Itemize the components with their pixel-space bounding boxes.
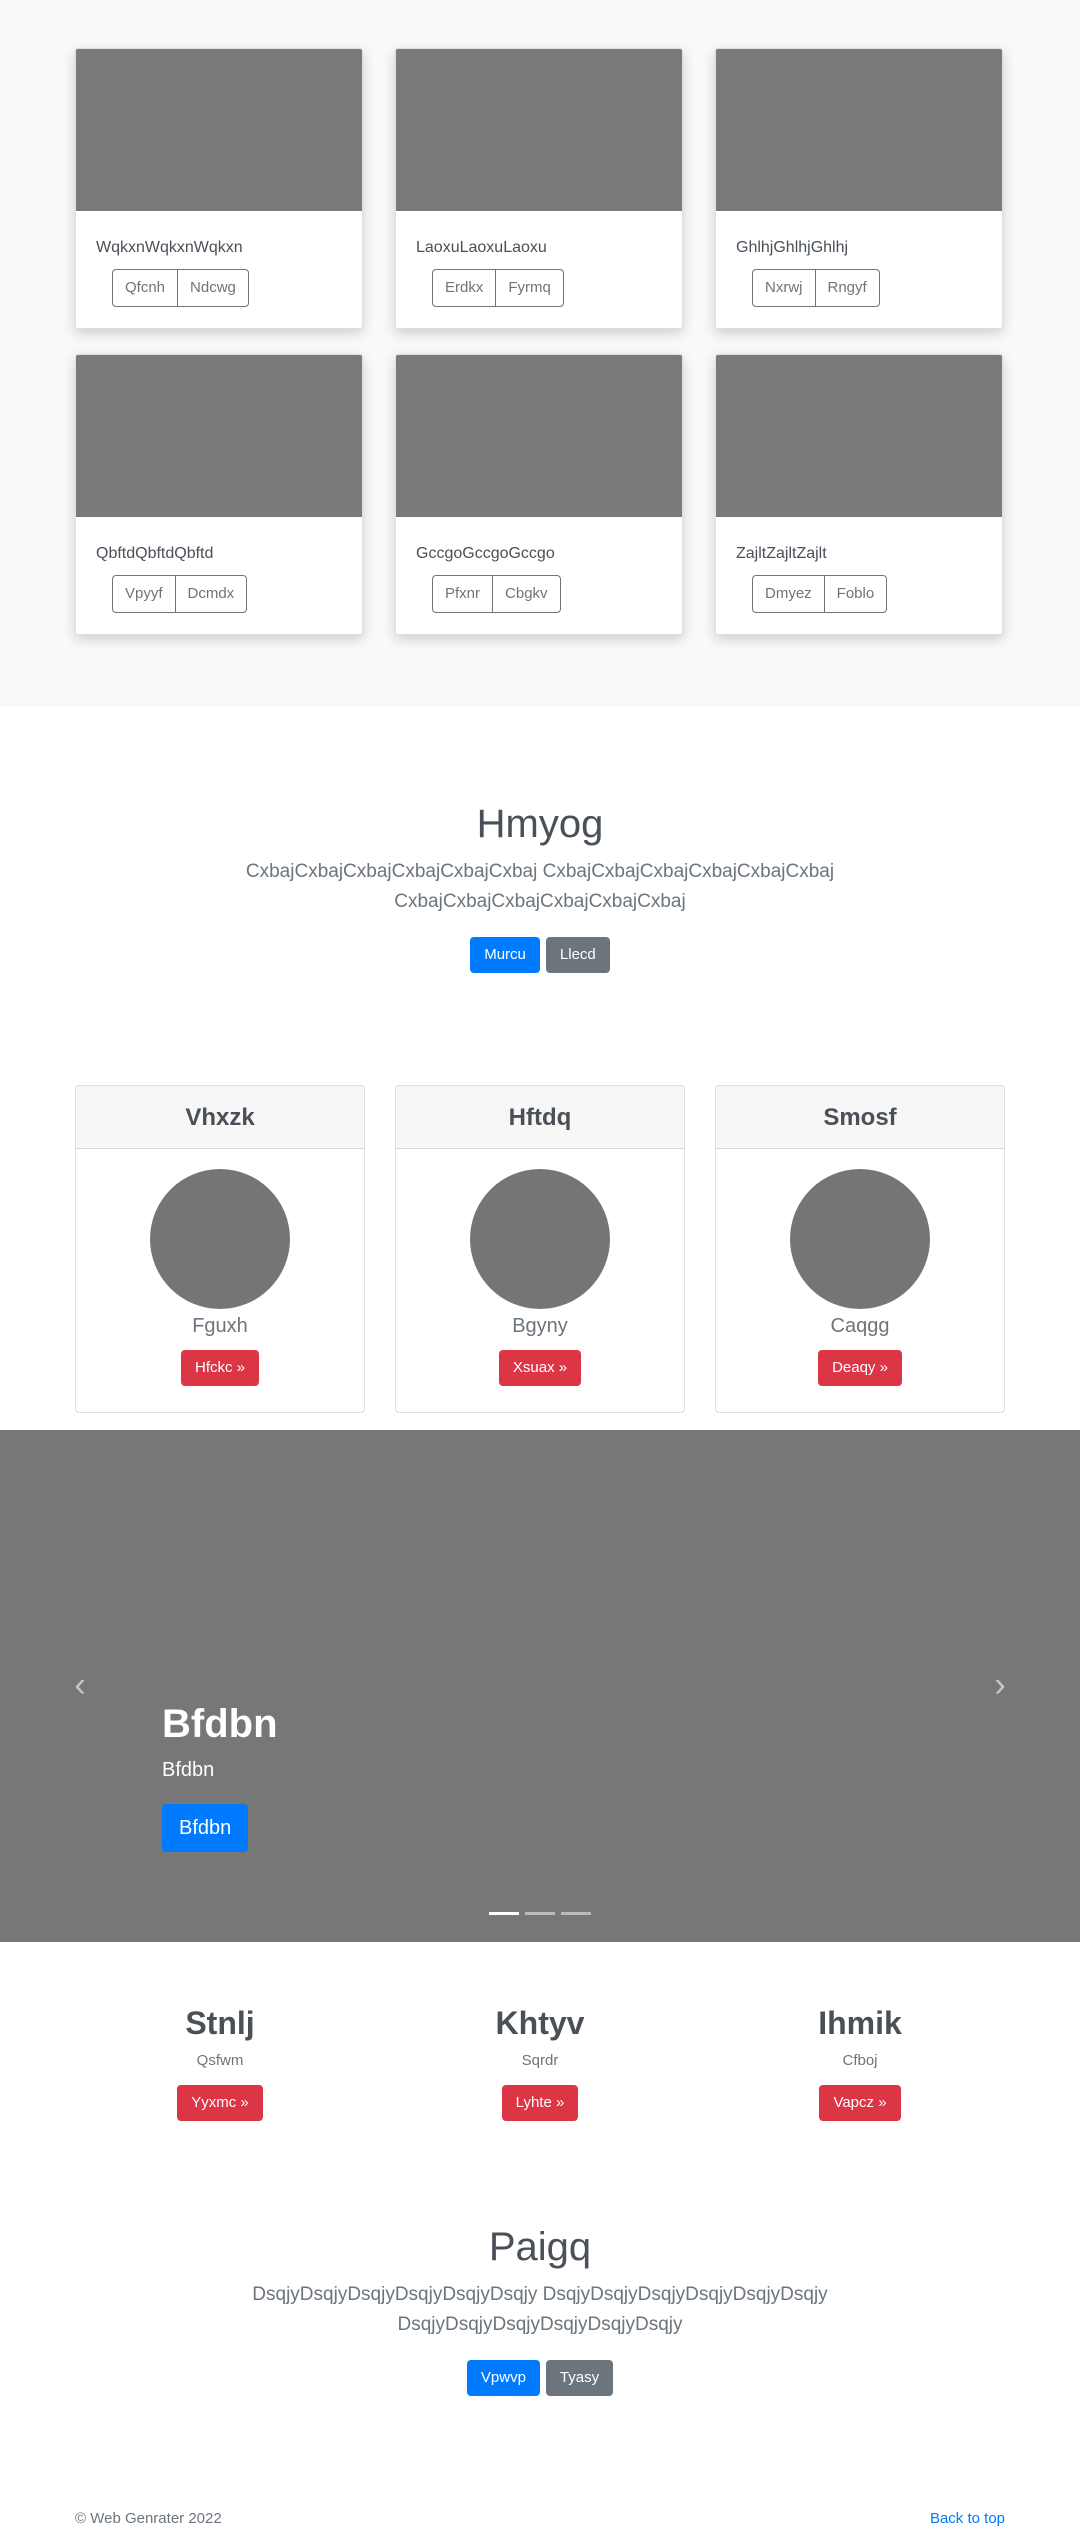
card-text: WqkxnWqkxnWqkxn [96,239,243,256]
profile-action-button[interactable]: Deaqy » [818,1350,902,1386]
jumbotron-bottom: Paigq DsqjyDsqjyDsqjyDsqjyDsqjyDsqjy Dsq… [0,2225,1080,2396]
album-card: GccgoGccgoGccgo Pfxnr Cbgkv [395,354,683,635]
marketing-column: Stnlj Qsfwm Yyxmc » [120,2005,320,2121]
carousel: ‹ › Bfdbn Bfdbn Bfdbn [0,1430,1080,1942]
card-view-button[interactable]: Pfxnr [432,575,494,613]
card-view-button[interactable]: Dmyez [752,575,825,613]
carousel-subtitle: Bfdbn [162,1759,215,1781]
profile-name: Caqgg [830,1315,890,1337]
jumbotron-lead: DsqjyDsqjyDsqjyDsqjyDsqjyDsqjy DsqjyDsqj… [0,2280,1080,2340]
profile-card: Hftdq Bgyny Xsuax » [395,1085,685,1413]
card-edit-button[interactable]: Cbgkv [492,575,561,613]
profile-card-header: Vhxzk [76,1086,364,1149]
carousel-prev-icon[interactable]: ‹ [60,1665,100,1705]
card-image-placeholder [76,49,362,211]
jumbotron-lead-line: CxbajCxbajCxbajCxbajCxbajCxbaj CxbajCxba… [245,861,835,882]
card-edit-button[interactable]: Ndcwg [177,269,249,307]
jumbotron-buttons: Vpwvp Tyasy [0,2360,1080,2396]
back-to-top-link[interactable]: Back to top [930,2510,1005,2527]
profile-action-button[interactable]: Xsuax » [498,1350,582,1386]
card-view-button[interactable]: Erdkx [432,269,497,307]
album-card: QbftdQbftdQbftd Vpyyf Dcmdx [75,354,363,635]
card-edit-button[interactable]: Fyrmq [495,269,564,307]
card-image-placeholder [396,49,682,211]
card-text: ZajltZajltZajlt [736,545,827,562]
profile-card: Smosf Caqgg Deaqy » [715,1085,1005,1413]
card-image-placeholder [396,355,682,517]
carousel-caption: Bfdbn Bfdbn Bfdbn [162,1702,278,1852]
marketing-button[interactable]: Vapcz » [819,2085,901,2121]
marketing-button[interactable]: Lyhte » [501,2085,579,2121]
card-text: QbftdQbftdQbftd [96,545,214,562]
card-edit-button[interactable]: Dcmdx [174,575,248,613]
carousel-next-icon[interactable]: › [980,1665,1020,1705]
profile-card: Vhxzk Fguxh Hfckc » [75,1085,365,1413]
jumbotron-secondary-button[interactable]: Tyasy [545,2360,614,2396]
profile-name: Fguxh [192,1315,248,1337]
card-button-group: Erdkx Fyrmq [432,269,564,307]
card-image-placeholder [76,355,362,517]
profile-name: Bgyny [512,1315,568,1337]
carousel-indicator[interactable] [561,1912,591,1915]
marketing-title: Stnlj [185,2005,255,2041]
profile-card-header: Smosf [716,1086,1004,1149]
jumbotron-top: Hmyog CxbajCxbajCxbajCxbajCxbajCxbaj Cxb… [0,802,1080,973]
card-image-placeholder [716,49,1002,211]
card-view-button[interactable]: Nxrwj [752,269,816,307]
carousel-indicator[interactable] [525,1912,555,1915]
marketing-column: Khtyv Sqrdr Lyhte » [440,2005,640,2121]
card-text: LaoxuLaoxuLaoxu [416,239,547,256]
jumbotron-lead-line: CxbajCxbajCxbajCxbajCxbajCxbaj [394,891,686,912]
marketing-text: Cfboj [842,2052,878,2069]
marketing-column: Ihmik Cfboj Vapcz » [760,2005,960,2121]
avatar [470,1169,610,1309]
card-button-group: Nxrwj Rngyf [752,269,880,307]
jumbotron-lead-line: DsqjyDsqjyDsqjyDsqjyDsqjyDsqjy DsqjyDsqj… [252,2284,828,2305]
card-edit-button[interactable]: Rngyf [814,269,880,307]
marketing-text: Sqrdr [521,2052,559,2069]
card-view-button[interactable]: Vpyyf [112,575,176,613]
album-card: GhlhjGhlhjGhlhj Nxrwj Rngyf [715,48,1003,329]
avatar [150,1169,290,1309]
profile-action-button[interactable]: Hfckc » [180,1350,259,1386]
card-button-group: Qfcnh Ndcwg [112,269,249,307]
jumbotron-primary-button[interactable]: Vpwvp [466,2360,540,2396]
card-button-group: Pfxnr Cbgkv [432,575,561,613]
marketing-text: Qsfwm [196,2052,244,2069]
carousel-button[interactable]: Bfdbn [162,1804,249,1852]
jumbotron-title: Hmyog [476,802,604,846]
marketing-title: Khtyv [495,2005,585,2041]
card-text: GhlhjGhlhjGhlhj [736,239,849,256]
album-card: LaoxuLaoxuLaoxu Erdkx Fyrmq [395,48,683,329]
card-button-group: Vpyyf Dcmdx [112,575,248,613]
jumbotron-secondary-button[interactable]: Llecd [545,937,610,973]
carousel-indicators [0,1912,1080,1915]
album-card: ZajltZajltZajlt Dmyez Foblo [715,354,1003,635]
marketing-title: Ihmik [818,2005,902,2041]
card-image-placeholder [716,355,1002,517]
profile-card-header: Hftdq [396,1086,684,1149]
jumbotron-primary-button[interactable]: Murcu [470,937,540,973]
album-section: WqkxnWqkxnWqkxn Qfcnh Ndcwg LaoxuLaoxuLa… [0,0,1080,707]
carousel-title: Bfdbn [162,1702,278,1746]
avatar [790,1169,930,1309]
card-view-button[interactable]: Qfcnh [112,269,179,307]
card-button-group: Dmyez Foblo [752,575,888,613]
jumbotron-lead: CxbajCxbajCxbajCxbajCxbajCxbaj CxbajCxba… [0,857,1080,917]
jumbotron-buttons: Murcu Llecd [0,937,1080,973]
card-text: GccgoGccgoGccgo [416,545,555,562]
carousel-indicator[interactable] [489,1912,519,1915]
jumbotron-title: Paigq [488,2225,592,2269]
marketing-button[interactable]: Yyxmc » [177,2085,263,2121]
jumbotron-lead-line: DsqjyDsqjyDsqjyDsqjyDsqjyDsqjy [397,2314,683,2335]
footer-copyright: © Web Genrater 2022 [75,2510,222,2527]
card-edit-button[interactable]: Foblo [823,575,888,613]
album-card: WqkxnWqkxnWqkxn Qfcnh Ndcwg [75,48,363,329]
